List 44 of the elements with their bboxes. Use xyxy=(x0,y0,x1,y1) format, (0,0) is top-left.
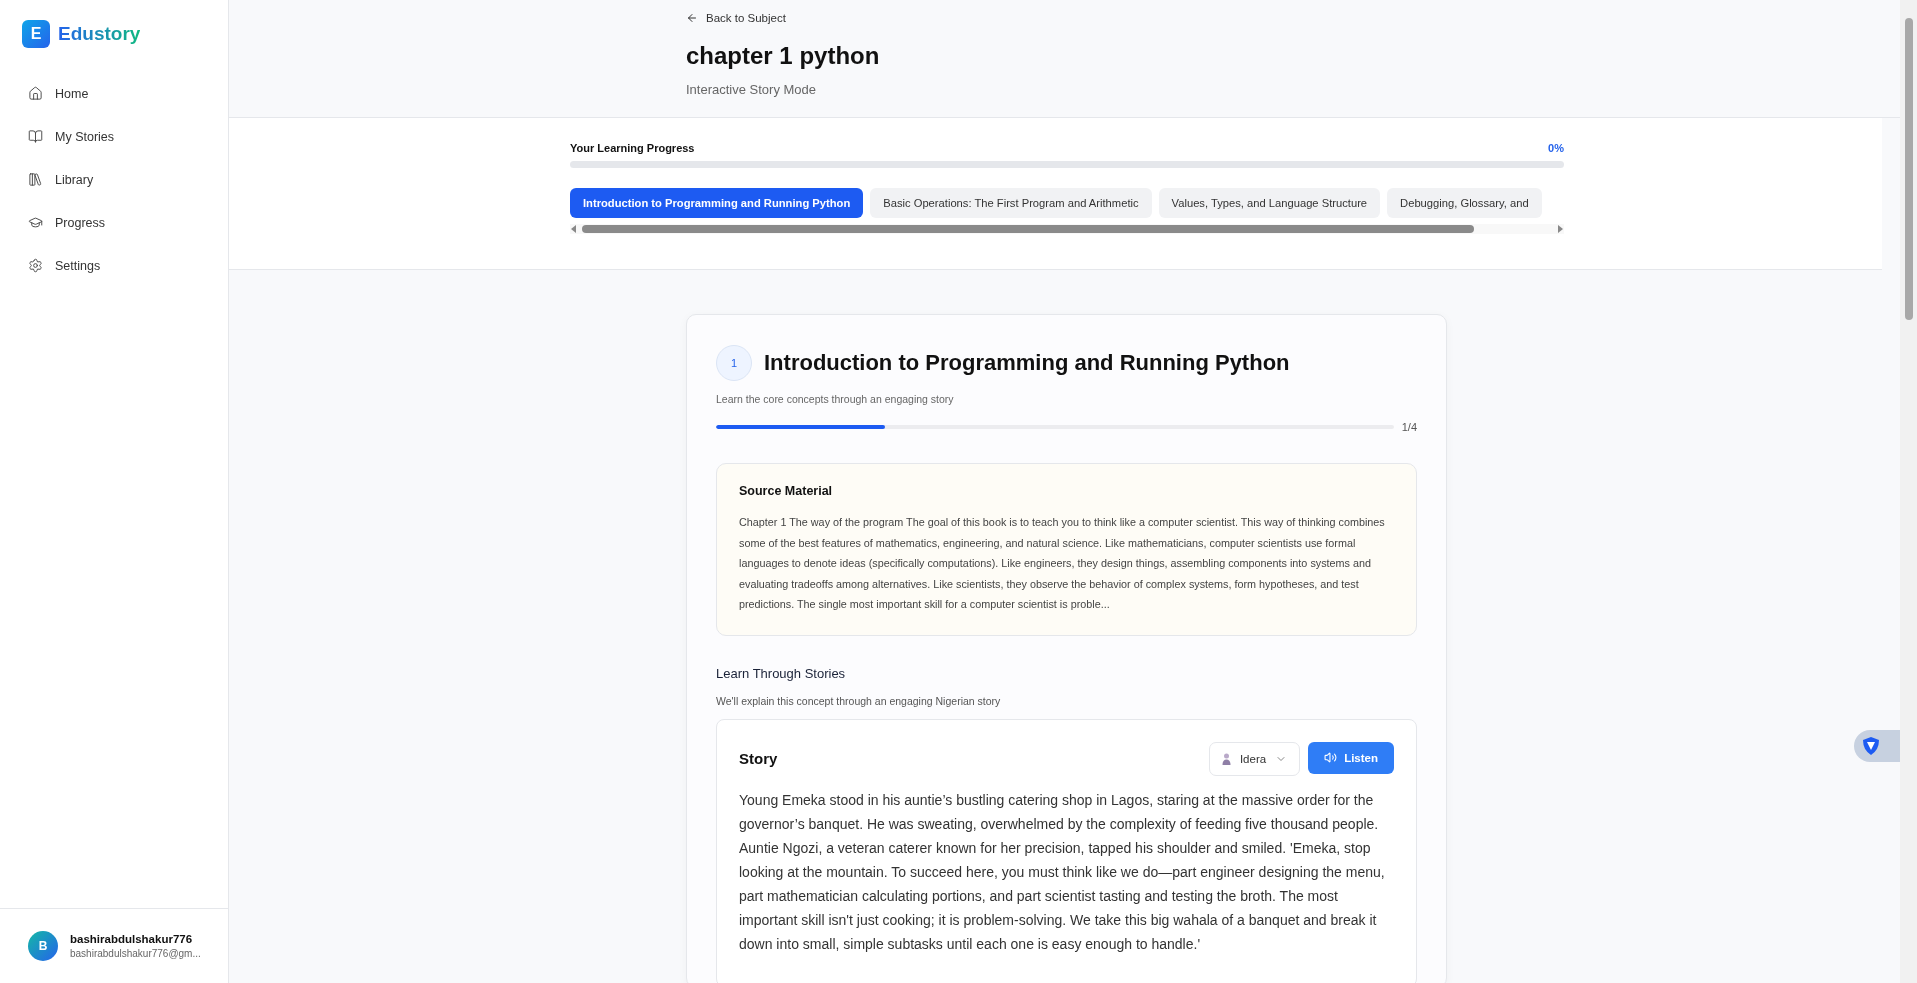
nav-item[interactable]: My Stories xyxy=(18,117,210,156)
source-text: Chapter 1 The way of the program The goal of this book is to teach you to think like a computer scientist. This way of thinking combines some of the best features of mathematics, engineering, and natural science. Like mathematicians, computer scientists use formal languages to denote ideas (specifically computations). Like engineers, they design things, assembling components into systems and evaluating tradeoffs among alternatives. Like scientists, they observe the behavior of complex systems, form hypotheses, and test predictions. The single most important skill for a computer scientist is proble... xyxy=(739,515,1386,612)
chapter-tab[interactable]: Values, Types, and Language Structure xyxy=(1158,188,1381,218)
horizontal-scrollbar[interactable] xyxy=(570,224,1564,234)
progress-reading: 0% xyxy=(1548,142,1564,154)
scroll-left-icon[interactable] xyxy=(570,224,578,234)
book-icon xyxy=(28,129,43,144)
listen-button[interactable]: Listen xyxy=(1308,741,1394,774)
arrow-left-icon xyxy=(686,12,698,24)
story-title: Story xyxy=(739,750,778,767)
page-subtitle: Interactive Story Mode xyxy=(686,82,818,97)
source-title: Source Material xyxy=(739,484,834,498)
section-heading: Learn Through Stories xyxy=(716,665,847,681)
chapter-tab[interactable]: Basic Operations: The First Program and Arithmetic xyxy=(870,188,1152,218)
lesson-progress-reading: 1/4 xyxy=(1401,421,1417,433)
user-email: bashirabdulshakur776@gm... xyxy=(70,948,201,959)
progress-label: Your Learning Progress xyxy=(570,142,695,154)
chapter-tab[interactable]: Debugging, Glossary, and xyxy=(1387,188,1542,218)
nav-item[interactable]: Home xyxy=(18,74,210,113)
speaker-icon xyxy=(1324,751,1338,764)
chapter-tab[interactable]: Introduction to Programming and Running Python xyxy=(570,188,864,218)
settings-icon xyxy=(28,258,43,273)
person-icon xyxy=(1221,752,1231,765)
shield-button[interactable] xyxy=(1854,730,1900,762)
voice-select[interactable]: Idera xyxy=(1208,741,1301,776)
page-title: chapter 1 python xyxy=(686,42,881,70)
library-icon xyxy=(28,172,43,187)
lesson-title: Introduction to Programming and Running Python xyxy=(764,350,1290,376)
user-avatar[interactable]: B xyxy=(28,931,58,961)
story-text: Young Emeka stood in his auntie’s bustling catering shop in Lagos, staring at the massive order for the governor’s banquet. He was sweating, overwhelmed by the complexity of feeding five thousand people. Auntie Ngozi, a veteran caterer known for her precision, tapped his shoulder and smiled. 'Emeka, stop looking at the mountain. To succeed here, you must think like we do—part engineer designing the menu, part mathematician calculating portions, and part scientist tasting and testing the broth. The most important skill isn't just cooking; it is problem-solving. We take this big wahala of a banquet and break it down into small, simple subtasks until each one is easy enough to handle.' xyxy=(739,790,1386,954)
step-number: 1 xyxy=(716,345,752,381)
user-name: bashirabdulshakur776 xyxy=(70,933,194,945)
graduation-cap-icon xyxy=(28,215,43,230)
nav-item[interactable]: Progress xyxy=(18,203,210,242)
nav-item[interactable]: Settings xyxy=(18,246,210,285)
scroll-right-icon[interactable] xyxy=(1556,224,1564,234)
logo-icon: E xyxy=(22,20,50,48)
section-subtitle: We'll explain this concept through an engaging Nigerian story xyxy=(716,694,1002,707)
lesson-subtitle: Learn the core concepts through an engaging story xyxy=(716,393,955,405)
home-icon xyxy=(28,86,43,101)
vertical-scrollbar[interactable] xyxy=(1900,0,1917,983)
nav-item[interactable]: Library xyxy=(18,160,210,199)
shield-icon xyxy=(1862,736,1880,756)
back-link[interactable]: Back to Subject xyxy=(686,12,786,24)
